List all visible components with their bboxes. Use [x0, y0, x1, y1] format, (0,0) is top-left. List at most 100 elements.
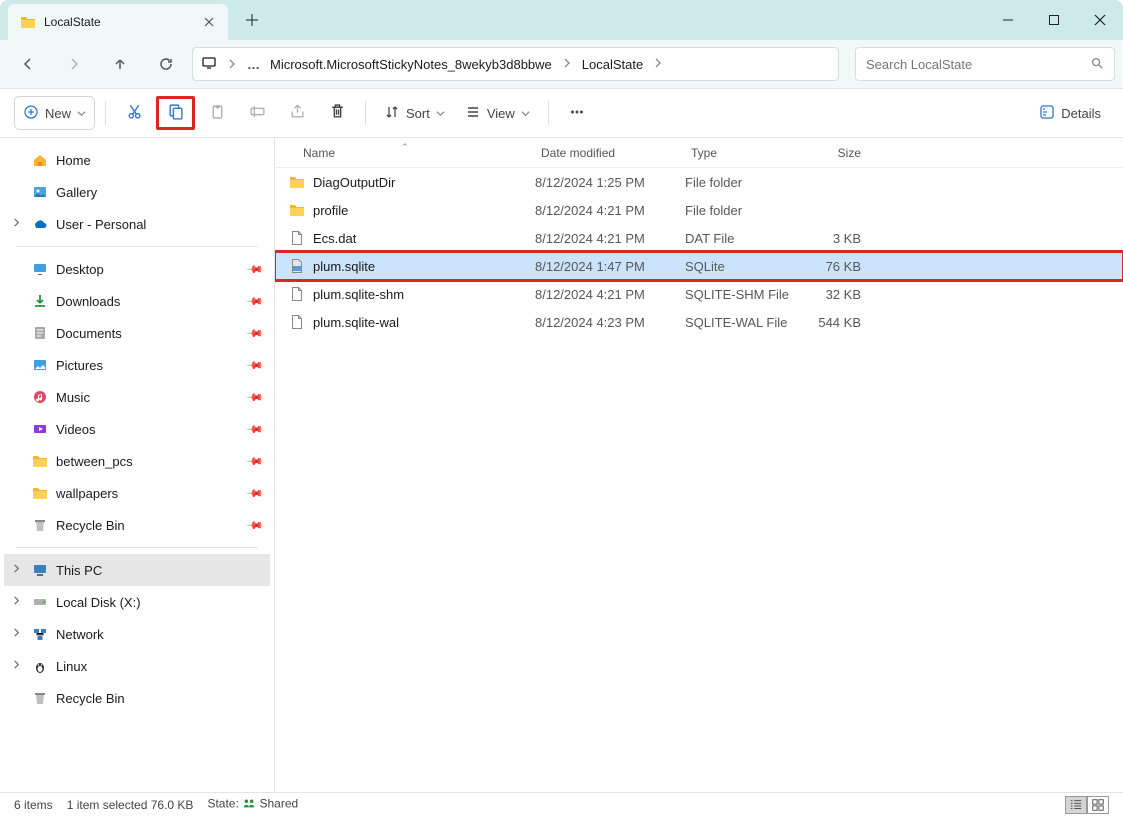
sidebar-item-label: Home	[56, 153, 91, 168]
info-icon	[1039, 104, 1055, 123]
chevron-right-icon[interactable]	[12, 596, 21, 608]
status-selected: 1 item selected 76.0 KB	[67, 798, 194, 812]
rename-button[interactable]	[239, 96, 275, 130]
chevron-right-icon[interactable]	[653, 58, 663, 71]
tab-localstate[interactable]: LocalState	[8, 4, 228, 40]
folder-icon	[289, 174, 305, 190]
copy-button[interactable]	[156, 96, 195, 130]
thumbnails-view-button[interactable]	[1087, 796, 1109, 814]
sidebar-videos[interactable]: Videos📌	[4, 413, 270, 445]
paste-button[interactable]	[199, 96, 235, 130]
file-name: plum.sqlite	[313, 259, 375, 274]
sidebar-pictures[interactable]: Pictures📌	[4, 349, 270, 381]
file-date: 8/12/2024 4:21 PM	[535, 231, 685, 246]
sidebar-item-label: Recycle Bin	[56, 691, 125, 706]
sidebar-downloads[interactable]: Downloads📌	[4, 285, 270, 317]
file-row[interactable]: Ecs.dat 8/12/2024 4:21 PM DAT File 3 KB	[275, 224, 1123, 252]
sidebar-this-pc[interactable]: This PC	[4, 554, 270, 586]
chevron-right-icon[interactable]	[12, 564, 21, 576]
up-button[interactable]	[100, 46, 140, 82]
folder-icon	[32, 485, 48, 501]
new-tab-button[interactable]	[238, 6, 266, 34]
sidebar-home[interactable]: Home	[4, 144, 270, 176]
refresh-button[interactable]	[146, 46, 186, 82]
minimize-button[interactable]	[985, 0, 1031, 40]
disk-icon	[32, 594, 48, 610]
shared-icon	[242, 799, 256, 813]
breadcrumb-seg2[interactable]: LocalState	[582, 57, 643, 72]
desktop-icon	[32, 261, 48, 277]
search-input[interactable]	[866, 57, 1082, 72]
sidebar-wallpapers[interactable]: wallpapers📌	[4, 477, 270, 509]
details-view-button[interactable]	[1065, 796, 1087, 814]
file-name: DiagOutputDir	[313, 175, 395, 190]
file-row[interactable]: plum.sqlite-wal 8/12/2024 4:23 PM SQLITE…	[275, 308, 1123, 336]
sidebar-item-label: Recycle Bin	[56, 518, 125, 533]
share-icon	[289, 103, 306, 123]
tab-close-button[interactable]	[202, 15, 216, 29]
address-bar[interactable]: … Microsoft.MicrosoftStickyNotes_8wekyb3…	[192, 47, 839, 81]
sidebar-network[interactable]: Network	[4, 618, 270, 650]
sort-button[interactable]: Sort	[376, 96, 453, 130]
more-button[interactable]	[559, 96, 595, 130]
linux-icon	[32, 658, 48, 674]
sort-label: Sort	[406, 106, 430, 121]
sidebar-linux[interactable]: Linux	[4, 650, 270, 682]
divider	[16, 246, 258, 247]
view-toggle	[1065, 796, 1109, 814]
toolbar: New Sort View Details	[0, 88, 1123, 138]
music-icon	[32, 389, 48, 405]
sidebar-gallery[interactable]: Gallery	[4, 176, 270, 208]
breadcrumb-seg1[interactable]: Microsoft.MicrosoftStickyNotes_8wekyb3d8…	[270, 57, 552, 72]
cut-button[interactable]	[116, 96, 152, 130]
chevron-right-icon[interactable]	[562, 58, 572, 71]
file-row[interactable]: DiagOutputDir 8/12/2024 1:25 PM File fol…	[275, 168, 1123, 196]
file-list: Name⌃ Date modified Type Size DiagOutput…	[275, 138, 1123, 792]
file-row[interactable]: plum.sqlite-shm 8/12/2024 4:21 PM SQLITE…	[275, 280, 1123, 308]
file-icon	[289, 314, 305, 330]
share-button[interactable]	[279, 96, 315, 130]
pin-icon: 📌	[246, 516, 265, 535]
file-row-selected[interactable]: plum.sqlite 8/12/2024 1:47 PM SQLite 76 …	[275, 252, 1123, 280]
sidebar-recycle-bin-2[interactable]: Recycle Bin	[4, 682, 270, 714]
sidebar-documents[interactable]: Documents📌	[4, 317, 270, 349]
sqlite-icon	[289, 258, 305, 274]
file-date: 8/12/2024 4:21 PM	[535, 287, 685, 302]
home-icon	[32, 152, 48, 168]
col-name[interactable]: Name⌃	[275, 146, 535, 160]
new-button[interactable]: New	[14, 96, 95, 130]
view-button[interactable]: View	[457, 96, 538, 130]
chevron-right-icon[interactable]	[12, 628, 21, 640]
chevron-right-icon[interactable]	[12, 218, 21, 230]
col-size[interactable]: Size	[805, 146, 875, 160]
sidebar-between-pcs[interactable]: between_pcs📌	[4, 445, 270, 477]
sidebar-item-label: Network	[56, 627, 104, 642]
ellipsis-icon[interactable]: …	[247, 57, 260, 72]
recycle-bin-icon	[32, 690, 48, 706]
sidebar-music[interactable]: Music📌	[4, 381, 270, 413]
search-icon[interactable]	[1090, 56, 1104, 73]
new-label: New	[45, 106, 71, 121]
file-row[interactable]: profile 8/12/2024 4:21 PM File folder	[275, 196, 1123, 224]
chevron-right-icon[interactable]	[227, 57, 237, 72]
file-icon	[289, 286, 305, 302]
sidebar-user-personal[interactable]: User - Personal	[4, 208, 270, 240]
pin-icon: 📌	[246, 420, 265, 439]
file-name: profile	[313, 203, 348, 218]
back-button[interactable]	[8, 46, 48, 82]
col-type[interactable]: Type	[685, 146, 805, 160]
col-date[interactable]: Date modified	[535, 146, 685, 160]
sidebar-local-disk[interactable]: Local Disk (X:)	[4, 586, 270, 618]
search-box[interactable]	[855, 47, 1115, 81]
sidebar-desktop[interactable]: Desktop📌	[4, 253, 270, 285]
rename-icon	[249, 103, 266, 123]
close-button[interactable]	[1077, 0, 1123, 40]
maximize-button[interactable]	[1031, 0, 1077, 40]
paste-icon	[209, 103, 226, 123]
sidebar-recycle-bin[interactable]: Recycle Bin 📌	[4, 509, 270, 541]
chevron-right-icon[interactable]	[12, 660, 21, 672]
divider	[105, 101, 106, 125]
details-button[interactable]: Details	[1031, 96, 1109, 130]
forward-button[interactable]	[54, 46, 94, 82]
delete-button[interactable]	[319, 96, 355, 130]
